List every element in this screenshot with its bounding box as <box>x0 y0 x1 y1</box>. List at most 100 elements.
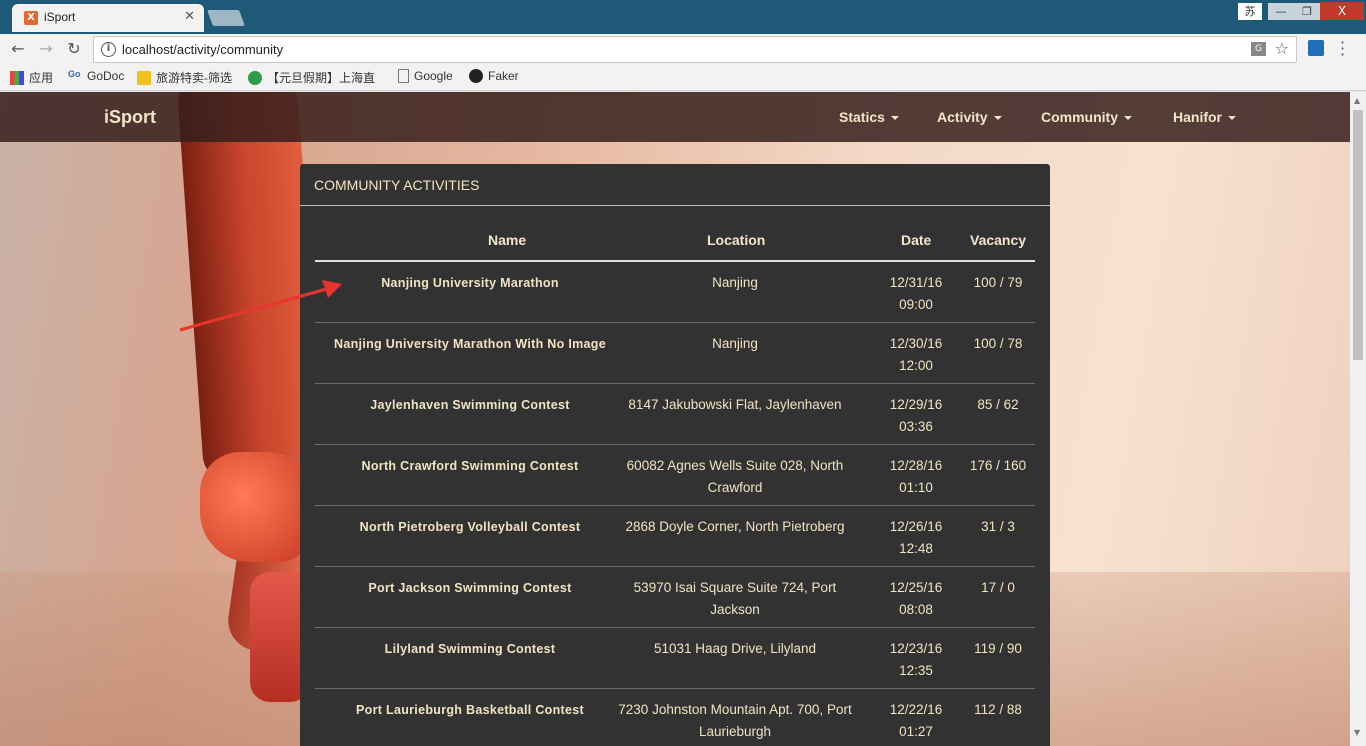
nav-user-hanifor[interactable]: Hanifor <box>1173 109 1236 125</box>
table-row[interactable]: North Crawford Swimming Contest 60082 Ag… <box>315 445 1035 506</box>
activity-location: 2868 Doyle Corner, North Pietroberg <box>625 519 845 534</box>
scroll-down-icon[interactable]: ▼ <box>1354 728 1360 737</box>
activity-vacancy: 85 / 62 <box>977 397 1019 412</box>
caret-down-icon <box>993 116 1002 121</box>
bookmark-label: GoDoc <box>87 69 125 83</box>
bookmark-star-icon[interactable]: ☆ <box>1275 39 1289 58</box>
github-icon <box>469 69 483 83</box>
activity-name-link[interactable]: North Pietroberg Volleyball Contest <box>325 516 615 538</box>
column-header-date: Date <box>901 232 932 248</box>
panel-title: COMMUNITY ACTIVITIES <box>314 177 480 193</box>
caret-down-icon <box>1124 116 1132 121</box>
activity-name-link[interactable]: Port Laurieburgh Basketball Contest <box>325 699 615 721</box>
browser-titlebar: X iSport ✕ 苏 — ❐ X <box>0 0 1366 34</box>
ime-indicator[interactable]: 苏 <box>1238 3 1262 20</box>
scroll-up-icon[interactable]: ▲ <box>1354 96 1360 105</box>
activity-location: 60082 Agnes Wells Suite 028, North Crawf… <box>626 458 844 495</box>
info-icon[interactable]: i <box>101 42 116 57</box>
new-tab-button[interactable] <box>207 10 245 26</box>
back-icon[interactable]: ← <box>8 39 28 58</box>
caret-down-icon <box>1228 116 1236 121</box>
bookmarks-bar: 应用 Go GoDoc 旅游特卖-筛选 【元旦假期】上海直 Google Fak… <box>0 66 1366 91</box>
column-header-location: Location <box>707 232 766 248</box>
activity-name-link[interactable]: Nanjing University Marathon <box>325 272 615 294</box>
activity-vacancy: 17 / 0 <box>981 580 1015 595</box>
scrollbar-thumb[interactable] <box>1353 110 1363 360</box>
activity-location: Nanjing <box>712 275 758 290</box>
forward-icon[interactable]: → <box>36 39 56 58</box>
table-row[interactable]: Lilyland Swimming Contest 51031 Haag Dri… <box>315 628 1035 689</box>
panel-header: COMMUNITY ACTIVITIES <box>300 164 1050 206</box>
activity-date: 12/29/16 03:36 <box>889 397 943 434</box>
activity-location: 8147 Jakubowski Flat, Jaylenhaven <box>628 397 842 412</box>
nav-label: Hanifor <box>1173 109 1222 125</box>
reload-icon[interactable]: ↻ <box>64 39 84 58</box>
nav-label: Statics <box>839 109 885 125</box>
translate-icon[interactable]: G <box>1251 42 1266 56</box>
activity-vacancy: 100 / 78 <box>973 336 1023 351</box>
godoc-icon: Go <box>68 69 81 79</box>
restore-button[interactable]: ❐ <box>1294 3 1320 20</box>
activity-location: 7230 Johnston Mountain Apt. 700, Port La… <box>618 702 852 739</box>
bookmark-travel[interactable]: 旅游特卖-筛选 <box>137 69 232 86</box>
activity-vacancy: 176 / 160 <box>969 458 1027 473</box>
site-brand[interactable]: iSport <box>104 107 156 128</box>
bookmark-label: 旅游特卖-筛选 <box>156 71 232 85</box>
page-viewport: iSport Statics Activity Community Hanifo… <box>0 92 1350 746</box>
activity-date: 12/23/16 12:35 <box>889 641 943 678</box>
page-icon <box>398 69 409 83</box>
activity-vacancy: 112 / 88 <box>974 702 1022 717</box>
nav-label: Community <box>1041 109 1118 125</box>
table-row[interactable]: Nanjing University Marathon With No Imag… <box>315 323 1035 384</box>
bookmark-label: Faker <box>488 69 519 83</box>
bookmark-faker[interactable]: Faker <box>469 69 519 83</box>
nav-activity[interactable]: Activity <box>937 109 1002 125</box>
xampp-favicon-icon: X <box>24 11 38 25</box>
activity-date: 12/25/16 08:08 <box>889 580 943 617</box>
site-navbar: iSport Statics Activity Community Hanifo… <box>0 92 1350 142</box>
bookmark-label: 应用 <box>29 71 54 85</box>
bookmark-apps[interactable]: 应用 <box>10 69 53 86</box>
address-bar[interactable]: i localhost/activity/community G ☆ <box>93 36 1297 63</box>
browser-tab[interactable]: X iSport ✕ <box>12 4 204 32</box>
activity-date: 12/30/16 12:00 <box>889 336 943 373</box>
activity-name-link[interactable]: Port Jackson Swimming Contest <box>325 577 615 599</box>
apps-grid-icon <box>10 70 24 85</box>
activity-name-link[interactable]: Nanjing University Marathon With No Imag… <box>325 333 615 355</box>
menu-icon[interactable]: · · · <box>1340 35 1345 63</box>
bookmark-label: Google <box>414 69 453 83</box>
travel-icon <box>137 70 151 85</box>
annotation-arrow-icon <box>179 280 342 332</box>
bookmark-google[interactable]: Google <box>398 69 453 83</box>
bookmark-godoc[interactable]: Go GoDoc <box>68 69 124 83</box>
activity-vacancy: 100 / 79 <box>973 275 1023 290</box>
table-row[interactable]: Jaylenhaven Swimming Contest 8147 Jakubo… <box>315 384 1035 445</box>
activity-location: Nanjing <box>712 336 758 351</box>
table-row[interactable]: Port Jackson Swimming Contest 53970 Isai… <box>315 567 1035 628</box>
activity-vacancy: 31 / 3 <box>981 519 1015 534</box>
bookmark-shanghai[interactable]: 【元旦假期】上海直 <box>248 69 375 86</box>
nav-community[interactable]: Community <box>1041 109 1132 125</box>
community-activities-panel: COMMUNITY ACTIVITIES Name Location Date … <box>300 164 1050 746</box>
table-row[interactable]: North Pietroberg Volleyball Contest 2868… <box>315 506 1035 567</box>
activity-name-link[interactable]: Jaylenhaven Swimming Contest <box>325 394 615 416</box>
nav-label: Activity <box>937 109 988 125</box>
tab-title: iSport <box>44 10 76 24</box>
table-row[interactable]: Nanjing University Marathon Nanjing 12/3… <box>315 262 1035 323</box>
table-row[interactable]: Port Laurieburgh Basketball Contest 7230… <box>315 689 1035 746</box>
activity-location: 53970 Isai Square Suite 724, Port Jackso… <box>633 580 837 617</box>
browser-toolbar: ← → ↻ i localhost/activity/community G ☆… <box>0 34 1366 66</box>
extension-icon[interactable] <box>1308 40 1324 56</box>
column-header-name: Name <box>488 232 527 248</box>
activity-name-link[interactable]: North Crawford Swimming Contest <box>325 455 615 477</box>
close-window-button[interactable]: X <box>1320 2 1364 20</box>
activity-name-link[interactable]: Lilyland Swimming Contest <box>325 638 615 660</box>
page-scrollbar[interactable]: ▲ ▼ <box>1350 92 1366 746</box>
minimize-button[interactable]: — <box>1268 3 1294 20</box>
tab-close-icon[interactable]: ✕ <box>184 9 195 24</box>
activity-date: 12/31/16 09:00 <box>889 275 943 312</box>
background-runner-shoe <box>200 452 310 562</box>
activity-date: 12/22/16 01:27 <box>889 702 943 739</box>
nav-statics[interactable]: Statics <box>839 109 899 125</box>
activity-location: 51031 Haag Drive, Lilyland <box>653 641 817 656</box>
